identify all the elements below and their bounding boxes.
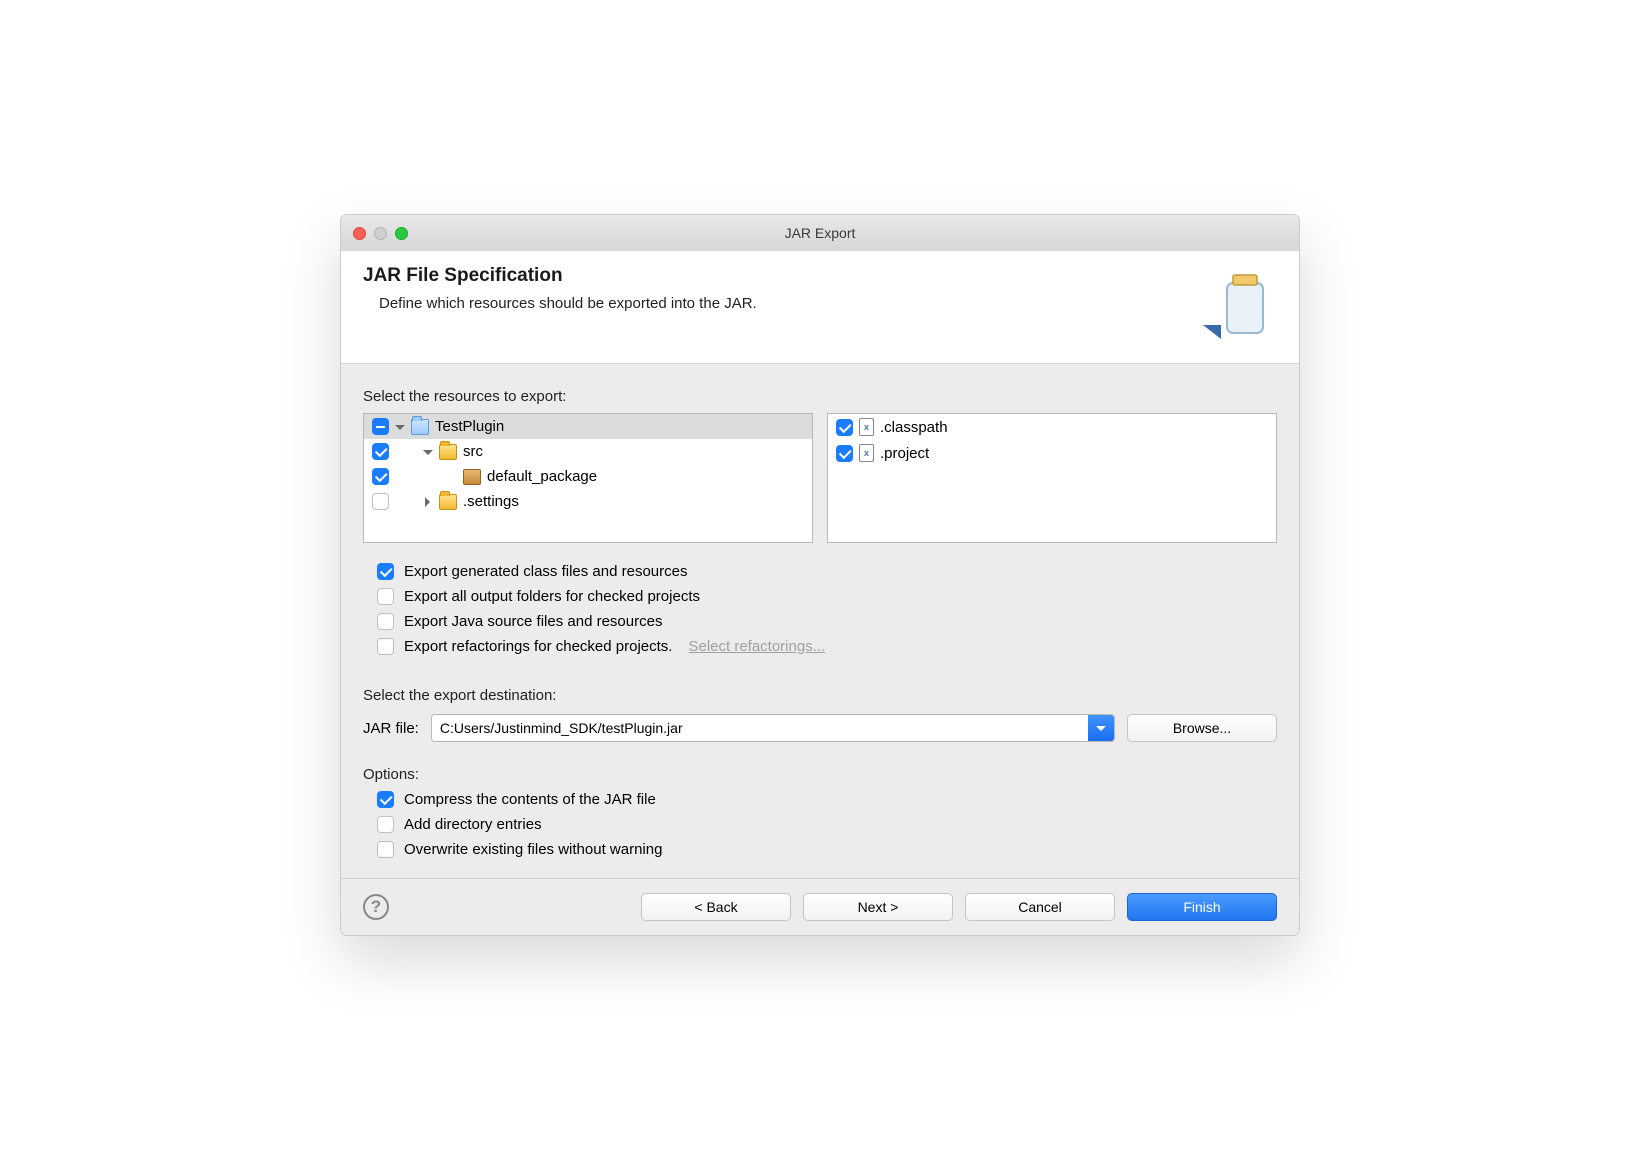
file-icon: x [859,444,874,462]
finish-button[interactable]: Finish [1127,893,1277,921]
close-icon[interactable] [353,227,366,240]
checkbox-unchecked[interactable] [377,613,394,630]
option-label: Compress the contents of the JAR file [404,791,656,808]
jar-file-label: JAR file: [363,720,419,737]
option-export-generated[interactable]: Export generated class files and resourc… [363,563,1277,580]
tree-item-label: default_package [487,468,597,485]
file-item-classpath[interactable]: x .classpath [828,414,1276,440]
option-label: Export refactorings for checked projects… [404,638,672,655]
chevron-down-icon[interactable] [423,450,433,460]
tree-item-label: TestPlugin [435,418,504,435]
file-icon: x [859,418,874,436]
tree-item-label: .settings [463,493,519,510]
help-icon[interactable]: ? [363,894,389,920]
checkbox-checked[interactable] [377,563,394,580]
page-subtitle: Define which resources should be exporte… [379,295,757,312]
file-item-label: .classpath [880,419,948,436]
dropdown-icon[interactable] [1088,715,1114,741]
window-controls [353,227,408,240]
project-icon [411,419,429,435]
files-panel[interactable]: x .classpath x .project [827,413,1277,543]
file-item-label: .project [880,445,929,462]
resources-label: Select the resources to export: [363,388,1277,405]
jar-file-combo[interactable] [431,714,1115,742]
checkbox-unchecked[interactable] [377,638,394,655]
next-button[interactable]: Next > [803,893,953,921]
checkbox-checked[interactable] [377,791,394,808]
option-export-refactorings[interactable]: Export refactorings for checked projects… [363,638,1277,655]
tree-panel[interactable]: TestPlugin src default_package [363,413,813,543]
jar-icon [1187,265,1277,345]
checkbox-checked[interactable] [836,419,853,436]
package-icon [463,469,481,485]
dialog-footer: ? < Back Next > Cancel Finish [341,878,1299,935]
destination-label: Select the export destination: [363,687,1277,704]
chevron-right-icon[interactable] [425,497,435,507]
option-compress[interactable]: Compress the contents of the JAR file [363,791,1277,808]
select-refactorings-link: Select refactorings... [688,638,825,655]
chevron-down-icon[interactable] [395,425,405,435]
checkbox-mixed[interactable] [372,418,389,435]
checkbox-unchecked[interactable] [372,493,389,510]
jar-file-input[interactable] [432,715,1088,741]
tree-item-default-package[interactable]: default_package [364,464,812,489]
tree-item-src[interactable]: src [364,439,812,464]
cancel-button[interactable]: Cancel [965,893,1115,921]
option-export-output-folders[interactable]: Export all output folders for checked pr… [363,588,1277,605]
file-item-project[interactable]: x .project [828,440,1276,466]
window-title: JAR Export [341,225,1299,241]
option-export-java-source[interactable]: Export Java source files and resources [363,613,1277,630]
browse-button[interactable]: Browse... [1127,714,1277,742]
tree-item-label: src [463,443,483,460]
option-dir-entries[interactable]: Add directory entries [363,816,1277,833]
option-label: Overwrite existing files without warning [404,841,662,858]
page-title: JAR File Specification [363,265,757,287]
option-label: Export Java source files and resources [404,613,662,630]
maximize-icon[interactable] [395,227,408,240]
dialog-header: JAR File Specification Define which reso… [341,251,1299,364]
tree-item-testplugin[interactable]: TestPlugin [364,414,812,439]
option-label: Export all output folders for checked pr… [404,588,700,605]
checkbox-checked[interactable] [372,468,389,485]
option-label: Export generated class files and resourc… [404,563,687,580]
jar-export-dialog: JAR Export JAR File Specification Define… [340,214,1300,936]
checkbox-checked[interactable] [836,445,853,462]
minimize-icon [374,227,387,240]
back-button[interactable]: < Back [641,893,791,921]
option-overwrite[interactable]: Overwrite existing files without warning [363,841,1277,858]
titlebar: JAR Export [341,215,1299,251]
options-label: Options: [363,766,1277,783]
checkbox-unchecked[interactable] [377,816,394,833]
folder-icon [439,444,457,460]
folder-icon [439,494,457,510]
checkbox-unchecked[interactable] [377,841,394,858]
checkbox-unchecked[interactable] [377,588,394,605]
option-label: Add directory entries [404,816,542,833]
checkbox-checked[interactable] [372,443,389,460]
tree-item-settings[interactable]: .settings [364,489,812,514]
